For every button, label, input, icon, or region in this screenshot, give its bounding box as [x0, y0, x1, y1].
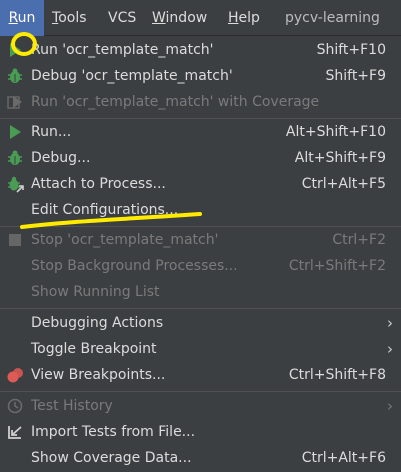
- history-icon: [6, 397, 24, 415]
- menu-help[interactable]: Help: [228, 0, 260, 36]
- menu-window[interactable]: Window: [152, 0, 207, 36]
- menu-item-import-tests[interactable]: Import Tests from File...: [0, 419, 401, 445]
- menu-tools[interactable]: Tools: [52, 0, 87, 36]
- menu-run[interactable]: Run: [0, 0, 44, 36]
- menu-item-debug-config[interactable]: Debug 'ocr_template_match' Shift+F9: [0, 63, 401, 89]
- menu-item-show-running-list[interactable]: Show Running List: [0, 279, 401, 305]
- menu-item-run[interactable]: Run... Alt+Shift+F10: [0, 119, 401, 145]
- chevron-right-icon: ›: [387, 314, 393, 332]
- menu-item-debug[interactable]: Debug... Alt+Shift+F9: [0, 145, 401, 171]
- menu-vcs[interactable]: VCS: [108, 0, 136, 36]
- stop-icon: [6, 231, 24, 249]
- menu-bar: Run Tools VCS Window Help pycv-learning: [0, 0, 401, 36]
- menu-item-view-breakpoints[interactable]: View Breakpoints... Ctrl+Shift+F8: [0, 362, 401, 388]
- chevron-right-icon: ›: [387, 340, 393, 358]
- run-icon: [6, 41, 24, 59]
- menu-item-debugging-actions[interactable]: Debugging Actions ›: [0, 310, 401, 336]
- breakpoints-icon: [6, 366, 24, 384]
- menu-item-toggle-breakpoint[interactable]: Toggle Breakpoint ›: [0, 336, 401, 362]
- project-name: pycv-learning: [285, 10, 380, 26]
- run-icon: [6, 123, 24, 141]
- coverage-icon: [6, 93, 24, 111]
- chevron-right-icon: ›: [387, 397, 393, 415]
- menu-item-attach-to-process[interactable]: Attach to Process... Ctrl+Alt+F5: [0, 171, 401, 197]
- import-icon: [6, 423, 24, 441]
- debug-icon: [6, 149, 24, 167]
- menu-item-edit-configurations[interactable]: Edit Configurations...: [0, 197, 401, 223]
- menu-separator: [0, 391, 401, 392]
- menu-item-show-coverage-data[interactable]: Show Coverage Data... Ctrl+Alt+F6: [0, 445, 401, 471]
- menu-item-stop[interactable]: Stop 'ocr_template_match' Ctrl+F2: [0, 227, 401, 253]
- menu-item-run-with-coverage[interactable]: Run 'ocr_template_match' with Coverage: [0, 89, 401, 115]
- menu-item-run-config[interactable]: Run 'ocr_template_match' Shift+F10: [0, 37, 401, 63]
- attach-icon: [6, 175, 24, 193]
- menu-item-stop-background-processes[interactable]: Stop Background Processes... Ctrl+Shift+…: [0, 253, 401, 279]
- run-menu-dropdown: Run 'ocr_template_match' Shift+F10 Debug…: [0, 36, 401, 472]
- debug-icon: [6, 67, 24, 85]
- menu-item-test-history[interactable]: Test History ›: [0, 393, 401, 419]
- menu-separator: [0, 308, 401, 309]
